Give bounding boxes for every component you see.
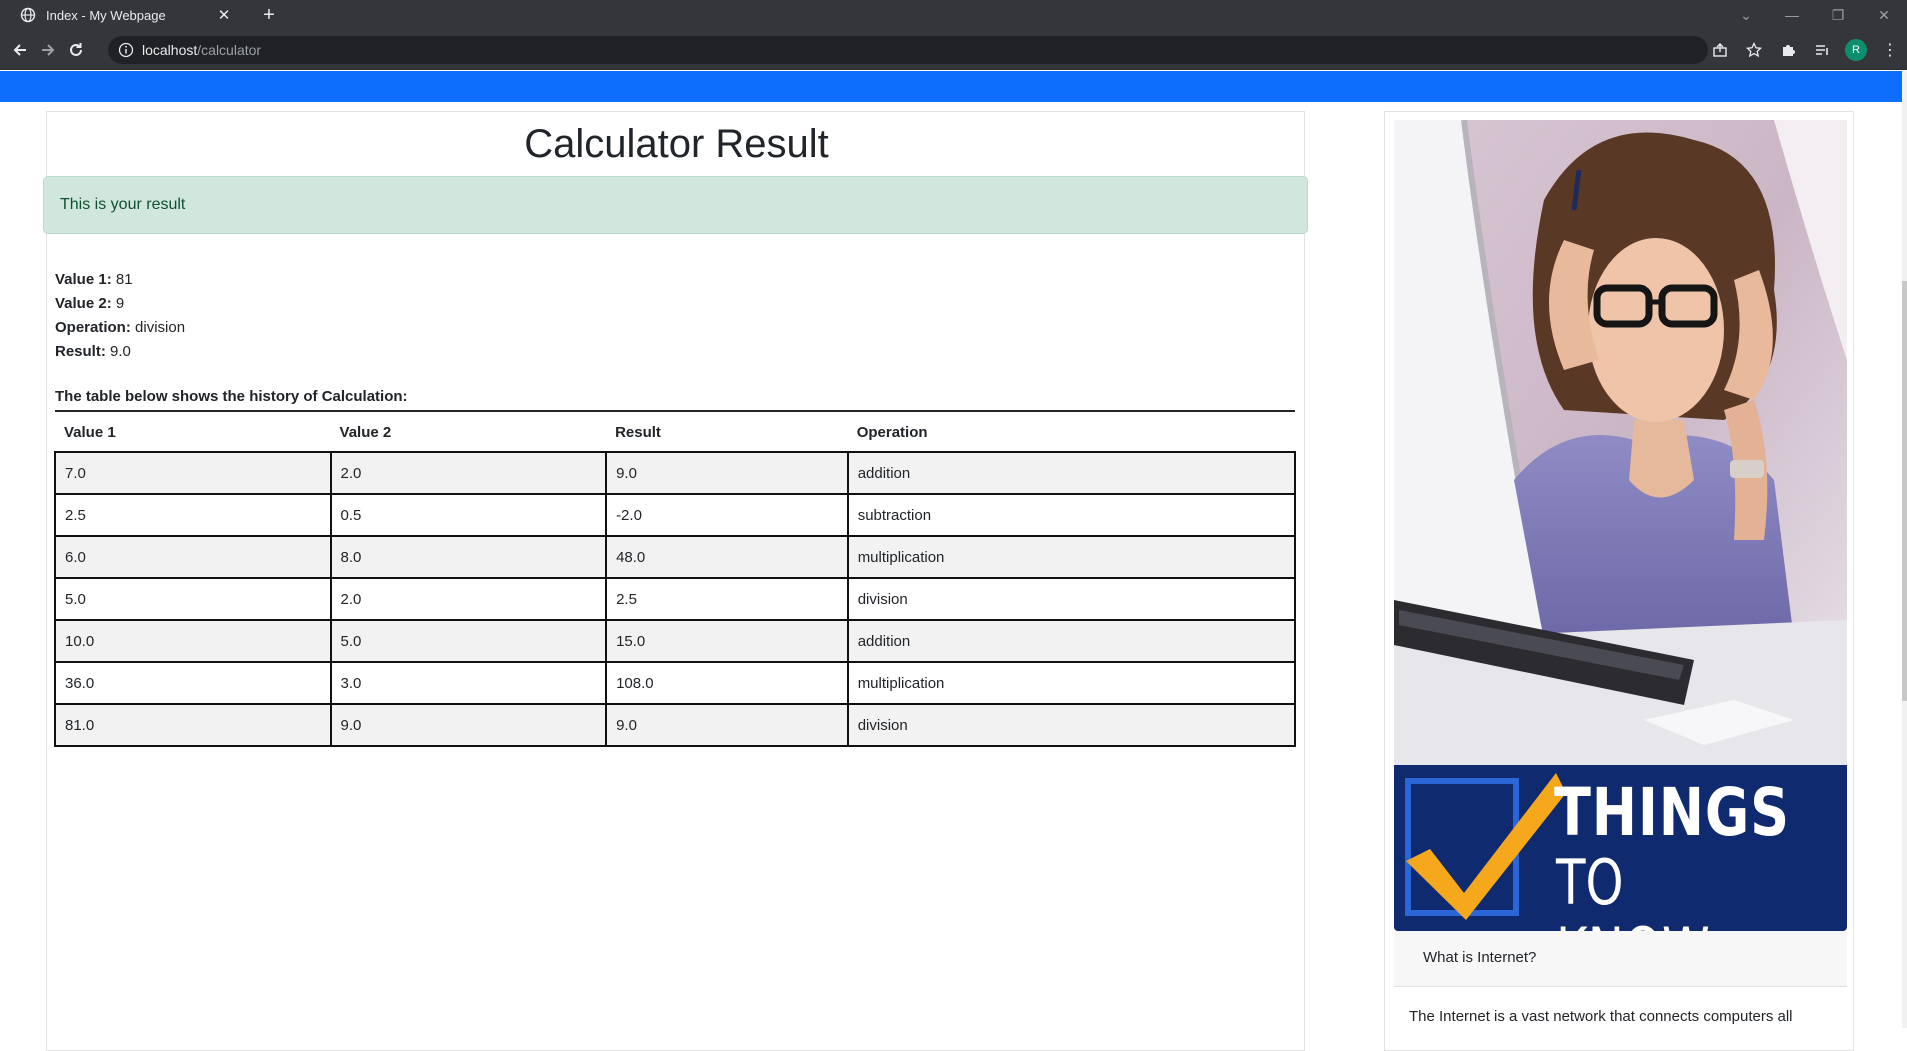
scrollbar-thumb[interactable]	[1902, 281, 1907, 701]
cell-value2: 3.0	[329, 661, 608, 705]
summary-result-row: Result: 9.0	[55, 340, 185, 364]
reload-button[interactable]	[64, 38, 88, 62]
table-row: 7.0 2.0 9.0 addition	[54, 451, 1297, 495]
history-divider	[55, 410, 1295, 412]
extensions-puzzle-icon[interactable]	[1771, 36, 1805, 64]
site-info-icon[interactable]	[118, 42, 134, 58]
operation-label: Operation:	[55, 319, 131, 336]
tab-search-icon[interactable]: ⌄	[1723, 0, 1769, 30]
browser-tab[interactable]: Index - My Webpage ✕	[8, 0, 244, 30]
cell-value2: 9.0	[329, 703, 608, 747]
table-row: 6.0 8.0 48.0 multiplication	[54, 535, 1297, 579]
avatar: R	[1845, 39, 1867, 61]
top-navbar	[0, 71, 1902, 102]
stressed-woman-photo	[1394, 120, 1847, 765]
cell-value1: 7.0	[54, 451, 332, 495]
value1-label: Value 1:	[55, 271, 112, 288]
cell-operation: division	[846, 703, 1297, 747]
address-bar[interactable]: localhost/calculator	[108, 36, 1708, 64]
result-value: 9.0	[110, 343, 131, 360]
cell-value1: 2.5	[54, 493, 332, 537]
cell-result: 9.0	[605, 451, 849, 495]
cell-result: 15.0	[605, 619, 849, 663]
share-icon[interactable]	[1703, 36, 1737, 64]
profile-avatar[interactable]: R	[1839, 36, 1873, 64]
cell-result: 48.0	[605, 535, 849, 579]
close-tab-icon[interactable]: ✕	[216, 7, 232, 24]
cell-result: 108.0	[605, 661, 849, 705]
cell-value1: 36.0	[54, 661, 332, 705]
header-operation: Operation	[856, 424, 928, 441]
sidebar-card: THINGS TO KNOW What is Internet? The Int…	[1384, 111, 1854, 1051]
tab-title: Index - My Webpage	[46, 7, 166, 23]
value2-label: Value 2:	[55, 295, 112, 312]
minimize-button[interactable]: —	[1769, 0, 1815, 30]
cell-operation: subtraction	[846, 493, 1297, 537]
result-summary: Value 1: 81 Value 2: 9 Operation: divisi…	[55, 268, 185, 364]
summary-value1-row: Value 1: 81	[55, 268, 185, 292]
header-value2: Value 2	[339, 424, 392, 441]
cell-value2: 8.0	[329, 535, 608, 579]
reload-icon	[70, 43, 82, 56]
cell-operation: addition	[846, 451, 1297, 495]
card-text: The Internet is a vast network that conn…	[1409, 1008, 1793, 1025]
kebab-menu-icon[interactable]: ⋮	[1873, 36, 1907, 64]
table-row: 36.0 3.0 108.0 multiplication	[54, 661, 1297, 705]
cell-value1: 10.0	[54, 619, 332, 663]
history-caption: The table below shows the history of Cal…	[55, 388, 408, 405]
cell-result: 2.5	[605, 577, 849, 621]
close-window-button[interactable]: ✕	[1861, 0, 1907, 30]
value2-value: 9	[115, 295, 125, 312]
table-row: 81.0 9.0 9.0 division	[54, 703, 1297, 747]
cell-result: -2.0	[605, 493, 849, 537]
browser-toolbar: localhost/calculator R ⋮	[0, 30, 1907, 70]
table-row: 10.0 5.0 15.0 addition	[54, 619, 1297, 663]
result-label: Result:	[55, 343, 106, 360]
cell-value1: 81.0	[54, 703, 332, 747]
cell-operation: addition	[846, 619, 1297, 663]
new-tab-button[interactable]: +	[258, 4, 280, 26]
header-result: Result	[615, 424, 661, 441]
page-title: Calculator Result	[524, 122, 829, 166]
table-row: 5.0 2.0 2.5 division	[54, 577, 1297, 621]
restore-button[interactable]: ❐	[1815, 0, 1861, 30]
things-to-know-banner: THINGS TO KNOW	[1394, 765, 1847, 931]
header-value1: Value 1	[64, 424, 116, 441]
result-alert: This is your result	[43, 176, 1308, 234]
back-arrow-icon	[13, 44, 26, 56]
toolbar-actions: R ⋮	[1703, 36, 1907, 64]
page-scrollbar[interactable]	[1902, 71, 1907, 1028]
forward-button[interactable]	[36, 38, 60, 62]
table-row: 2.5 0.5 -2.0 subtraction	[54, 493, 1297, 537]
cell-value1: 5.0	[54, 577, 332, 621]
banner-line2: TO KNOW	[1556, 846, 1710, 932]
forward-arrow-icon	[42, 44, 55, 56]
cell-value2: 5.0	[329, 619, 608, 663]
value1-value: 81	[115, 271, 133, 288]
cell-operation: division	[846, 577, 1297, 621]
reading-list-icon[interactable]	[1805, 36, 1839, 64]
cell-operation: multiplication	[846, 535, 1297, 579]
cell-value2: 0.5	[329, 493, 608, 537]
summary-operation-row: Operation: division	[55, 316, 185, 340]
url-path: /calculator	[197, 42, 262, 58]
bookmark-star-icon[interactable]	[1737, 36, 1771, 64]
url-host: localhost	[142, 42, 198, 58]
window-controls: ⌄ — ❐ ✕	[1723, 0, 1907, 30]
browser-tab-strip: Index - My Webpage ✕ + ⌄ — ❐ ✕	[0, 0, 1907, 30]
cell-value1: 6.0	[54, 535, 332, 579]
card-header: What is Internet?	[1394, 931, 1847, 987]
back-button[interactable]	[8, 38, 32, 62]
cell-value2: 2.0	[329, 577, 608, 621]
cell-value2: 2.0	[329, 451, 608, 495]
summary-value2-row: Value 2: 9	[55, 292, 185, 316]
banner-line1: THINGS	[1554, 774, 1790, 851]
history-header-row: Value 1 Value 2 Result Operation	[55, 414, 1295, 452]
cell-result: 9.0	[605, 703, 849, 747]
cell-operation: multiplication	[846, 661, 1297, 705]
history-table: Value 1 Value 2 Result Operation 7.0 2.0…	[54, 414, 1297, 747]
operation-value: division	[135, 319, 186, 336]
globe-icon	[20, 7, 36, 23]
